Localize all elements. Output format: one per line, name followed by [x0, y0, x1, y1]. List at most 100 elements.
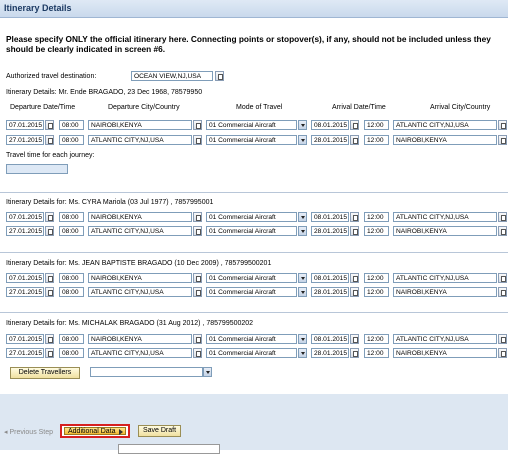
- arrival-date-field[interactable]: 28.01.2015: [311, 226, 349, 236]
- departure-time-field[interactable]: 08:00: [59, 287, 84, 297]
- departure-city-field[interactable]: ATLANTIC CITY,NJ,USA: [88, 135, 192, 145]
- calendar-icon[interactable]: [45, 120, 54, 130]
- mode-of-travel-select[interactable]: 01 Commercial Aircraft: [206, 348, 297, 358]
- mode-of-travel-select[interactable]: 01 Commercial Aircraft: [206, 273, 297, 283]
- city-lookup-icon[interactable]: [498, 212, 507, 222]
- arrival-time-field[interactable]: 12:00: [364, 135, 389, 145]
- arrival-city-field[interactable]: NAIROBI,KENYA: [393, 135, 497, 145]
- mode-of-travel-select[interactable]: 01 Commercial Aircraft: [206, 135, 297, 145]
- additional-data-button[interactable]: Additional Data: [60, 424, 130, 438]
- city-lookup-icon[interactable]: [193, 226, 202, 236]
- city-lookup-icon[interactable]: [193, 334, 202, 344]
- arrival-date-field[interactable]: 28.01.2015: [311, 287, 349, 297]
- city-lookup-icon[interactable]: [193, 212, 202, 222]
- departure-date-field[interactable]: 07.01.2015: [6, 212, 44, 222]
- chevron-down-icon[interactable]: [298, 334, 307, 344]
- arrival-date-field[interactable]: 08.01.2015: [311, 334, 349, 344]
- arrival-city-field[interactable]: ATLANTIC CITY,NJ,USA: [393, 212, 497, 222]
- calendar-icon[interactable]: [350, 348, 359, 358]
- mode-of-travel-select[interactable]: 01 Commercial Aircraft: [206, 287, 297, 297]
- city-lookup-icon[interactable]: [498, 120, 507, 130]
- departure-date-field[interactable]: 07.01.2015: [6, 334, 44, 344]
- departure-time-field[interactable]: 08:00: [59, 120, 84, 130]
- chevron-down-icon[interactable]: [298, 348, 307, 358]
- departure-city-field[interactable]: ATLANTIC CITY,NJ,USA: [88, 226, 192, 236]
- departure-city-field[interactable]: NAIROBI,KENYA: [88, 334, 192, 344]
- travel-time-field[interactable]: [6, 164, 68, 174]
- mode-of-travel-select[interactable]: 01 Commercial Aircraft: [206, 226, 297, 236]
- save-draft-button[interactable]: Save Draft: [138, 425, 181, 437]
- arrival-city-field[interactable]: ATLANTIC CITY,NJ,USA: [393, 120, 497, 130]
- delete-travellers-button[interactable]: Delete Travellers: [10, 367, 80, 379]
- chevron-down-icon[interactable]: [298, 212, 307, 222]
- calendar-icon[interactable]: [350, 334, 359, 344]
- calendar-icon[interactable]: [45, 135, 54, 145]
- arrival-date-field[interactable]: 28.01.2015: [311, 348, 349, 358]
- city-lookup-icon[interactable]: [193, 273, 202, 283]
- mode-of-travel-select[interactable]: 01 Commercial Aircraft: [206, 120, 297, 130]
- departure-city-field[interactable]: ATLANTIC CITY,NJ,USA: [88, 287, 192, 297]
- arrival-date-field[interactable]: 08.01.2015: [311, 120, 349, 130]
- arrival-city-field[interactable]: ATLANTIC CITY,NJ,USA: [393, 273, 497, 283]
- city-lookup-icon[interactable]: [193, 287, 202, 297]
- chevron-down-icon[interactable]: [203, 367, 212, 377]
- departure-city-field[interactable]: NAIROBI,KENYA: [88, 212, 192, 222]
- arrival-date-field[interactable]: 08.01.2015: [311, 273, 349, 283]
- city-lookup-icon[interactable]: [498, 273, 507, 283]
- calendar-icon[interactable]: [350, 212, 359, 222]
- chevron-down-icon[interactable]: [298, 120, 307, 130]
- arrival-city-field[interactable]: ATLANTIC CITY,NJ,USA: [393, 334, 497, 344]
- departure-date-field[interactable]: 07.01.2015: [6, 273, 44, 283]
- calendar-icon[interactable]: [350, 120, 359, 130]
- city-lookup-icon[interactable]: [498, 135, 507, 145]
- departure-time-field[interactable]: 08:00: [59, 212, 84, 222]
- chevron-down-icon[interactable]: [298, 226, 307, 236]
- departure-time-field[interactable]: 08:00: [59, 135, 84, 145]
- calendar-icon[interactable]: [350, 135, 359, 145]
- departure-date-field[interactable]: 27.01.2015: [6, 287, 44, 297]
- calendar-icon[interactable]: [350, 287, 359, 297]
- arrival-date-field[interactable]: 08.01.2015: [311, 212, 349, 222]
- city-lookup-icon[interactable]: [193, 348, 202, 358]
- destination-lookup-icon[interactable]: [215, 71, 224, 81]
- chevron-down-icon[interactable]: [298, 135, 307, 145]
- traveller-select[interactable]: [90, 367, 203, 377]
- calendar-icon[interactable]: [45, 334, 54, 344]
- calendar-icon[interactable]: [45, 287, 54, 297]
- arrival-time-field[interactable]: 12:00: [364, 226, 389, 236]
- city-lookup-icon[interactable]: [498, 287, 507, 297]
- calendar-icon[interactable]: [45, 273, 54, 283]
- chevron-down-icon[interactable]: [298, 273, 307, 283]
- arrival-time-field[interactable]: 12:00: [364, 348, 389, 358]
- city-lookup-icon[interactable]: [498, 348, 507, 358]
- departure-date-field[interactable]: 27.01.2015: [6, 135, 44, 145]
- calendar-icon[interactable]: [350, 226, 359, 236]
- departure-date-field[interactable]: 27.01.2015: [6, 348, 44, 358]
- arrival-date-field[interactable]: 28.01.2015: [311, 135, 349, 145]
- city-lookup-icon[interactable]: [498, 334, 507, 344]
- calendar-icon[interactable]: [45, 348, 54, 358]
- city-lookup-icon[interactable]: [193, 135, 202, 145]
- departure-date-field[interactable]: 07.01.2015: [6, 120, 44, 130]
- arrival-city-field[interactable]: NAIROBI,KENYA: [393, 226, 497, 236]
- departure-city-field[interactable]: NAIROBI,KENYA: [88, 120, 192, 130]
- departure-city-field[interactable]: NAIROBI,KENYA: [88, 273, 192, 283]
- arrival-time-field[interactable]: 12:00: [364, 120, 389, 130]
- departure-city-field[interactable]: ATLANTIC CITY,NJ,USA: [88, 348, 192, 358]
- departure-time-field[interactable]: 08:00: [59, 348, 84, 358]
- departure-time-field[interactable]: 08:00: [59, 226, 84, 236]
- previous-step-button[interactable]: ◂ Previous Step: [4, 428, 53, 436]
- arrival-time-field[interactable]: 12:00: [364, 273, 389, 283]
- mode-of-travel-select[interactable]: 01 Commercial Aircraft: [206, 334, 297, 344]
- arrival-city-field[interactable]: NAIROBI,KENYA: [393, 348, 497, 358]
- arrival-city-field[interactable]: NAIROBI,KENYA: [393, 287, 497, 297]
- city-lookup-icon[interactable]: [498, 226, 507, 236]
- departure-date-field[interactable]: 27.01.2015: [6, 226, 44, 236]
- arrival-time-field[interactable]: 12:00: [364, 287, 389, 297]
- authorized-destination-field[interactable]: OCEAN VIEW,NJ,USA: [131, 71, 213, 81]
- calendar-icon[interactable]: [45, 212, 54, 222]
- city-lookup-icon[interactable]: [193, 120, 202, 130]
- calendar-icon[interactable]: [350, 273, 359, 283]
- departure-time-field[interactable]: 08:00: [59, 334, 84, 344]
- departure-time-field[interactable]: 08:00: [59, 273, 84, 283]
